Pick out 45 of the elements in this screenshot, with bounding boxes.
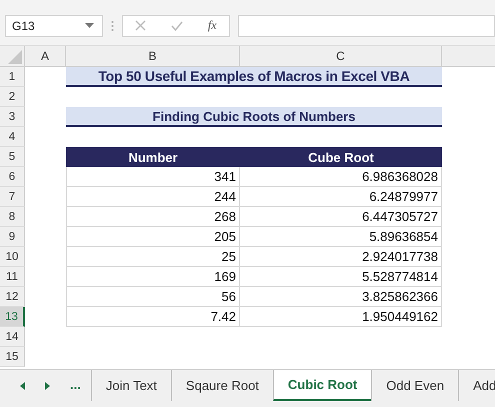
table-header-cell: Number [66, 147, 240, 167]
table-cell: 25 [66, 247, 240, 267]
table-cell: 341 [66, 167, 240, 187]
sheet-tab[interactable]: Join Text [90, 370, 171, 401]
table-cell: 6.447305727 [240, 207, 442, 227]
column-header[interactable]: A [25, 46, 66, 66]
title-cell: Top 50 Useful Examples of Macros in Excel VBA [66, 67, 442, 87]
table-header-cell: Cube Root [240, 147, 442, 167]
table-cell: 3.825862366 [240, 287, 442, 307]
more-sheets-button[interactable]: ... [70, 377, 81, 394]
sheet-tab[interactable]: Odd Even [371, 370, 458, 401]
row-header[interactable]: 6 [0, 167, 25, 187]
table-cell: 5.89636854 [240, 227, 442, 247]
row-header[interactable]: 13 [0, 307, 25, 327]
table-cell: 205 [66, 227, 240, 247]
table-cell: 169 [66, 267, 240, 287]
row-header[interactable]: 9 [0, 227, 25, 247]
row-header[interactable]: 1 [0, 67, 25, 87]
row-header[interactable]: 5 [0, 147, 25, 167]
row-header[interactable]: 15 [0, 347, 25, 367]
row-header[interactable]: 14 [0, 327, 25, 347]
column-header[interactable]: C [240, 46, 442, 66]
table-cell: 1.950449162 [240, 307, 442, 327]
insert-function-button[interactable]: fx [208, 18, 217, 33]
row-header[interactable]: 8 [0, 207, 25, 227]
row-header[interactable]: 4 [0, 127, 25, 147]
table-cell: 2.924017738 [240, 247, 442, 267]
row-header[interactable]: 10 [0, 247, 25, 267]
title-cell: Finding Cubic Roots of Numbers [66, 107, 442, 127]
name-box[interactable]: G13 [5, 14, 103, 36]
table-cell: 6.986368028 [240, 167, 442, 187]
table-cell: 56 [66, 287, 240, 307]
row-header[interactable]: 3 [0, 107, 25, 127]
row-header[interactable]: 7 [0, 187, 25, 207]
table-cell: 7.42 [66, 307, 240, 327]
table-cell: 244 [66, 187, 240, 207]
table-cell: 268 [66, 207, 240, 227]
table-cell: 6.24879977 [240, 187, 442, 207]
sheet-tab[interactable]: Cubic Root [272, 370, 372, 401]
row-header[interactable]: 2 [0, 87, 25, 107]
table-cell: 5.528774814 [240, 267, 442, 287]
row-header[interactable]: 11 [0, 267, 25, 287]
column-header[interactable]: B [66, 46, 240, 66]
sheet-tab[interactable]: Add [458, 370, 495, 401]
row-header[interactable]: 12 [0, 287, 25, 307]
